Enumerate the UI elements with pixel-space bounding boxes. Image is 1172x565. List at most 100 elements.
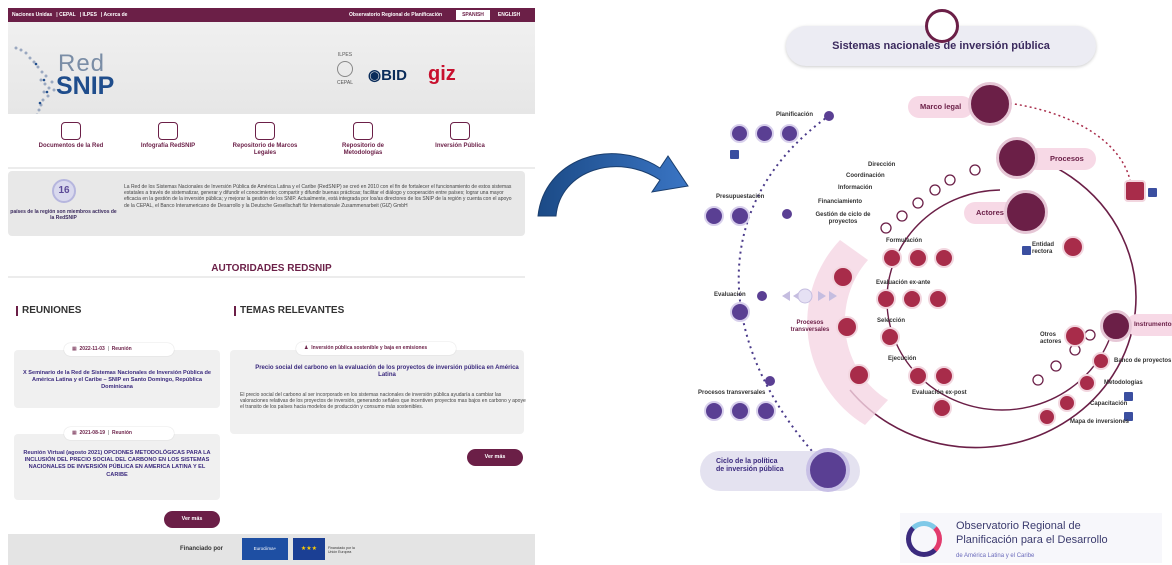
info-text: La Red de los Sistemas Nacionales de Inv…: [124, 184, 512, 209]
reunion-card[interactable]: ▦ 2021-08-19 | Reunión Reunión Virtual (…: [14, 427, 220, 500]
curved-arrow-icon: [537, 153, 689, 217]
reunion-type: Reunión: [111, 430, 132, 436]
link-observatorio[interactable]: Observatorio Regional de Planificación: [349, 12, 442, 18]
magnifier-icon: [730, 302, 750, 322]
instrumento-mapa: Mapa de inversiones: [1070, 419, 1130, 425]
communication-icon: [832, 266, 854, 288]
reunion-card[interactable]: ▦ 2022-11-03 | Reunión X Seminario de la…: [14, 343, 220, 408]
money-icon: [730, 206, 750, 226]
marco-legal-badge[interactable]: Marco legal: [908, 96, 974, 118]
money-icon: [928, 289, 948, 309]
archive-box-icon: [353, 122, 373, 140]
procesos-transversales-inner: Procesos transversales: [790, 320, 830, 333]
bid-text: BID: [381, 67, 407, 84]
footer: Financiado por Euroclima+ ★★★ Financiado…: [8, 534, 535, 565]
person-icon: ♟: [304, 345, 309, 351]
tema-chip-label: Inversión pública sostenible y baja en e…: [311, 345, 428, 351]
lang-spanish-button[interactable]: SPANISH: [456, 10, 490, 20]
gear-icon: [934, 366, 954, 386]
handshake-icon: [255, 122, 275, 140]
coin-icon: [755, 124, 774, 143]
calendar-icon: ▦: [72, 346, 77, 352]
actor-entidad-rectora: Entidad rectora: [1032, 242, 1054, 255]
cycle-step: Evaluación ex-post: [912, 390, 967, 396]
tema-title[interactable]: Precio social del carbono en la evaluaci…: [246, 365, 528, 379]
instrumento-banco: Banco de proyectos: [1114, 358, 1172, 364]
link-cepal[interactable]: CEPAL: [59, 12, 76, 18]
actor-otros: Otros actores: [1040, 332, 1062, 345]
gear-process-icon: [996, 137, 1038, 179]
link-acerca[interactable]: Acerca de: [104, 12, 128, 18]
logo-snip-text: SNIP: [56, 72, 115, 100]
instrumento-metodologias: Metodologías: [1104, 380, 1143, 386]
inclusion-icon: [848, 364, 870, 386]
nav-inversion-publica[interactable]: Inversión Pública: [425, 122, 495, 150]
authorities-title[interactable]: AUTORIDADES REDSNIP: [8, 263, 535, 274]
process-step: Financiamiento: [818, 199, 863, 205]
link-out-icon[interactable]: [1022, 246, 1031, 255]
cycle-step: Ejecución: [888, 356, 917, 362]
lang-english-button[interactable]: ENGLISH: [492, 10, 526, 20]
temas-ver-mas-button[interactable]: Ver más: [467, 449, 523, 466]
reuniones-ver-mas-button[interactable]: Ver más: [164, 511, 220, 528]
cepal-logo: ILPES CEPAL: [331, 52, 359, 100]
document-icon: [908, 248, 928, 268]
checklist-icon: [902, 289, 922, 309]
instrumento-capacitacion: Capacitación: [1090, 401, 1128, 407]
main-nav: Documentos de la Red Infografía RedSNIP …: [8, 114, 535, 168]
nav-documentos[interactable]: Documentos de la Red: [36, 122, 106, 150]
cycle-step: Formulación: [886, 238, 923, 244]
tema-chip: ♟ Inversión pública sostenible y baja en…: [296, 342, 456, 355]
chart-icon: [780, 124, 799, 143]
link-ilpes[interactable]: ILPES: [82, 12, 96, 18]
cycle-step: Evaluación ex-ante: [876, 280, 931, 286]
handshake-icon: [925, 9, 959, 43]
observatorio-line3: de América Latina y el Caribe: [956, 553, 1035, 559]
financed-by: Financiado por: [180, 546, 224, 552]
label-procesos-transversales: Procesos transversales: [698, 390, 766, 396]
tema-body: El precio social del carbono al ser inco…: [240, 392, 526, 410]
divider: [8, 167, 535, 169]
reunion-date-chip: ▦ 2021-08-19 | Reunión: [64, 427, 174, 440]
reunion-title[interactable]: X Seminario de la Red de Sistemas Nacion…: [22, 370, 212, 392]
link-naciones-unidas[interactable]: Naciones Unidas: [12, 12, 52, 18]
ex-ante-icon: [876, 289, 896, 309]
hero-banner: Red SNIP ILPES CEPAL ◉BID giz: [8, 22, 535, 117]
eu-caption: Financiado por la Unión Europea: [328, 546, 355, 554]
instrumentos-badge[interactable]: Instrumentos: [1126, 314, 1172, 336]
calendar-icon: ▦: [72, 430, 77, 436]
bank-icon: [806, 448, 850, 492]
process-step: Gestión de ciclo de proyectos: [815, 212, 871, 225]
temas-title: TEMAS RELEVANTES: [234, 306, 344, 316]
info-box: 16 países de la región son miembros acti…: [8, 171, 525, 236]
process-step: Coordinación: [846, 173, 885, 179]
link-out-icon[interactable]: [730, 150, 739, 159]
process-step: Información: [838, 185, 873, 191]
budget-icon: [704, 206, 724, 226]
reunion-type: Reunión: [111, 346, 132, 352]
nav-infografia[interactable]: Infografía RedSNIP: [133, 122, 203, 150]
bid-logo: ◉BID: [368, 67, 407, 84]
label-evaluacion: Evaluación: [714, 292, 746, 298]
people-icon: [704, 401, 724, 421]
shield-icon: [932, 398, 952, 418]
formulation-icon: [882, 248, 902, 268]
legal-document-icon: [1124, 180, 1146, 202]
redsnip-website: Naciones Unidas | CEPAL | ILPES | Acerca de…: [8, 8, 535, 565]
nav-marcos-legales[interactable]: Repositorio de Marcos Legales: [230, 122, 300, 157]
observatorio-line2: Planificación para el Desarrollo: [956, 534, 1108, 546]
gears-icon: [158, 122, 178, 140]
observatorio-logo: Observatorio Regional de Planificación p…: [900, 513, 1162, 563]
reunion-date: 2021-08-19: [79, 430, 106, 436]
reunion-title[interactable]: Reunión Virtual (agosto 2021) OPCIONES M…: [22, 450, 212, 479]
planning-icon: [730, 124, 749, 143]
cepal-bottom-text: CEPAL: [336, 80, 354, 86]
cepal-top-text: ILPES: [337, 52, 353, 58]
people-group-icon: [61, 122, 81, 140]
link-out-icon[interactable]: [1124, 392, 1133, 401]
observatorio-line1: Observatorio Regional de: [956, 520, 1081, 532]
observatorio-ring-icon: [906, 521, 942, 557]
reunion-date-chip: ▦ 2022-11-03 | Reunión: [64, 343, 174, 356]
link-out-icon[interactable]: [1148, 188, 1157, 197]
nav-metodologias[interactable]: Repositorio de Metodologías: [328, 122, 398, 157]
